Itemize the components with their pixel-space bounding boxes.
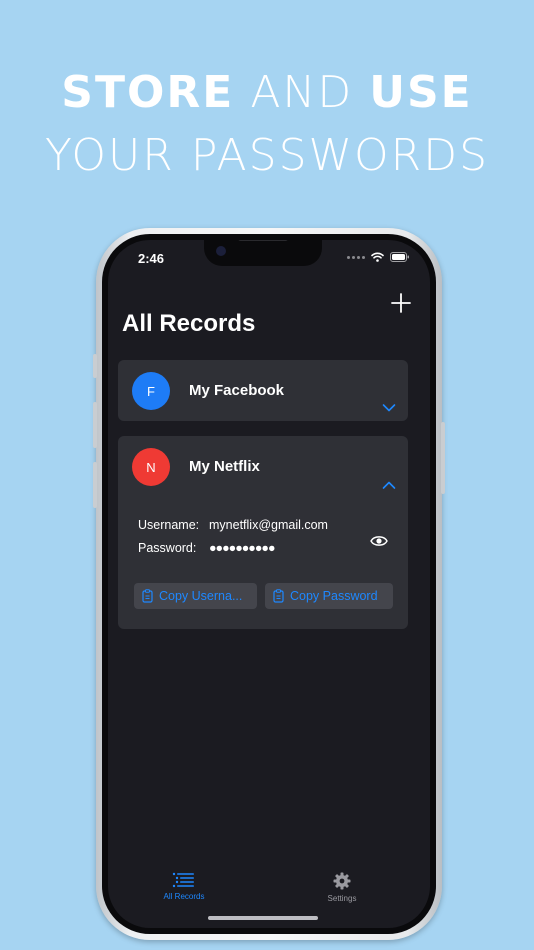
notch (204, 240, 322, 266)
headline-line-2: YOUR PASSWORDS (44, 130, 490, 181)
headline-line-1: STORE AND USE (0, 62, 534, 124)
record-card-facebook[interactable]: F My Facebook (118, 360, 408, 421)
phone-volume-up (93, 402, 97, 448)
marketing-headline: STORE AND USE YOUR PASSWORDS (0, 62, 534, 188)
headline-word-and: AND (234, 67, 370, 118)
phone-power-button (441, 422, 445, 494)
chevron-up-icon[interactable] (382, 480, 396, 490)
home-indicator (208, 916, 318, 920)
phone-frame: 2:46 All Records F My Facebook N My Netf… (93, 228, 445, 940)
phone-silent-switch (93, 354, 97, 378)
password-value: ●●●●●●●●●● (209, 541, 276, 555)
eye-icon[interactable] (370, 534, 388, 548)
front-camera (216, 246, 226, 256)
tab-bar: All Records Settings (108, 858, 430, 928)
add-record-button[interactable] (390, 292, 412, 314)
list-icon (172, 872, 194, 888)
record-name: My Facebook (189, 382, 285, 399)
copy-password-label: Copy Password (290, 589, 378, 603)
headline-word-use: USE (369, 67, 473, 118)
record-avatar: N (132, 448, 170, 486)
cellular-signal-icon (347, 255, 365, 259)
record-name: My Netflix (189, 458, 260, 475)
copy-username-button[interactable]: Copy Userna... (134, 583, 257, 609)
record-avatar: F (132, 372, 170, 410)
tab-label: Settings (327, 894, 357, 903)
password-label: Password: (138, 541, 197, 555)
password-row: Password: ●●●●●●●●●● (138, 541, 276, 555)
username-label: Username: (138, 518, 200, 532)
status-time: 2:46 (138, 251, 165, 266)
page-title: All Records (122, 310, 256, 337)
copy-username-label: Copy Userna... (159, 589, 243, 603)
tab-settings[interactable]: Settings (297, 872, 387, 903)
copy-password-button[interactable]: Copy Password (265, 583, 393, 609)
username-row: Username: mynetflix@gmail.com (138, 518, 328, 532)
speaker (238, 240, 288, 241)
tab-all-records[interactable]: All Records (139, 872, 229, 901)
username-value: mynetflix@gmail.com (209, 518, 328, 532)
battery-icon (390, 252, 409, 262)
phone-volume-down (93, 462, 97, 508)
wifi-icon (371, 252, 384, 262)
clipboard-icon (142, 589, 153, 603)
gear-icon (333, 872, 351, 890)
app-screen: 2:46 All Records F My Facebook N My Netf… (108, 240, 430, 928)
headline-word-store: STORE (61, 67, 235, 118)
tab-label: All Records (163, 892, 205, 901)
record-card-netflix[interactable]: N My Netflix Username: mynetflix@gmail.co… (118, 436, 408, 629)
status-icons (347, 252, 410, 262)
chevron-down-icon[interactable] (382, 403, 396, 413)
clipboard-icon (273, 589, 284, 603)
